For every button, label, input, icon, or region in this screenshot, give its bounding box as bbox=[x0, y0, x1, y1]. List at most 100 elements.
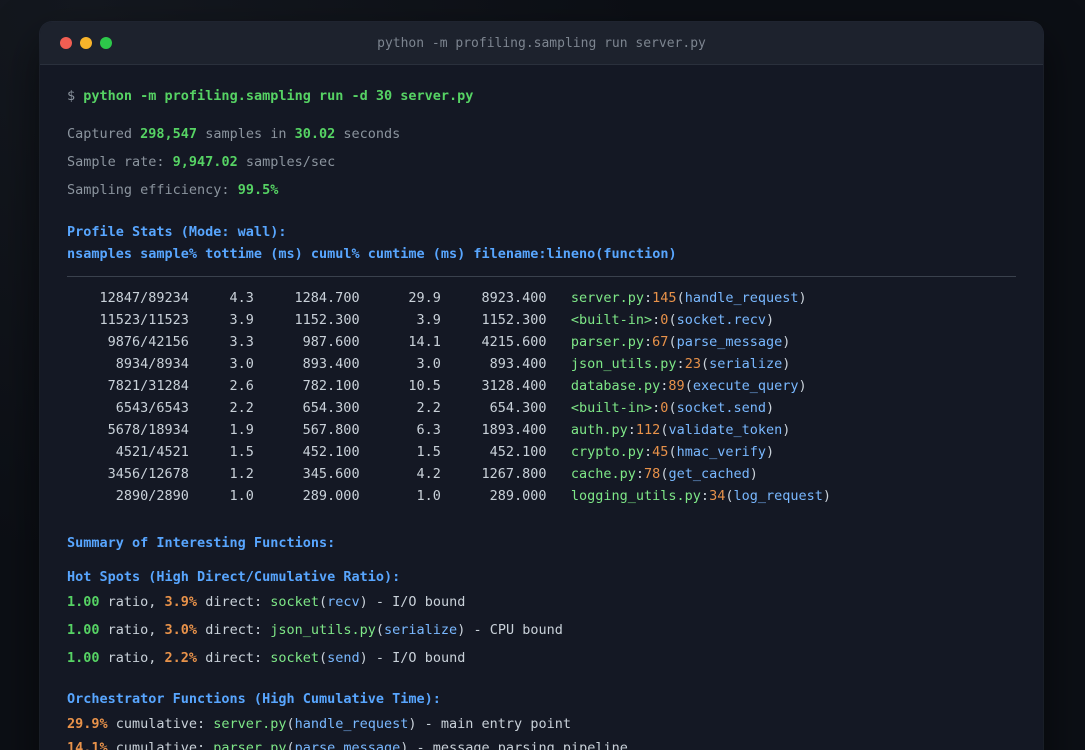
cumul-pct-cell: 6.3 bbox=[416, 422, 441, 438]
tottime-cell: 987.600 bbox=[302, 334, 360, 350]
bound-note: - I/O bound bbox=[375, 650, 466, 666]
open-paren: ( bbox=[725, 488, 734, 504]
cumtime-cell: 1267.800 bbox=[481, 466, 547, 482]
close-paren: ) bbox=[782, 422, 791, 438]
close-window-button[interactable] bbox=[60, 37, 72, 49]
table-row: 4521/4521 1.5 452.100 1.5 452.100 crypto.py:4… bbox=[67, 441, 1016, 463]
lineno-cell: 23 bbox=[684, 356, 701, 372]
orchestrator-line: 29.9% cumulative: server.py(handle_request… bbox=[67, 713, 1016, 735]
open-paren: ( bbox=[286, 716, 295, 732]
lineno-cell: 34 bbox=[709, 488, 726, 504]
cumul-pct-cell: 10.5 bbox=[408, 378, 441, 394]
open-paren: ( bbox=[286, 740, 295, 750]
close-paren: ) bbox=[359, 594, 368, 610]
captured-mid: samples in bbox=[205, 126, 287, 142]
colon: : bbox=[652, 400, 661, 416]
function-name: handle_request bbox=[294, 716, 409, 732]
efficiency-label: Sampling efficiency: bbox=[67, 182, 230, 198]
sample-pct-cell: 1.5 bbox=[229, 444, 254, 460]
cumtime-cell: 289.000 bbox=[489, 488, 547, 504]
command-text: python -m profiling.sampling run -d 30 s… bbox=[83, 88, 474, 104]
target-name: json_utils.py bbox=[270, 622, 376, 638]
colon: : bbox=[635, 466, 645, 482]
filename: server.py bbox=[213, 716, 287, 732]
lineno-cell: 0 bbox=[660, 312, 669, 328]
cumulative-pct: 14.1% bbox=[67, 740, 108, 750]
filename-cell: crypto.py bbox=[570, 444, 645, 460]
lineno-cell: 0 bbox=[660, 400, 669, 416]
colon: : bbox=[660, 378, 669, 394]
filename-cell: logging_utils.py bbox=[570, 488, 701, 504]
close-paren: ) bbox=[749, 466, 758, 482]
function-name: recv bbox=[327, 594, 360, 610]
close-paren: ) bbox=[765, 444, 775, 460]
function-cell: socket.send bbox=[676, 400, 766, 416]
minimize-window-button[interactable] bbox=[80, 37, 92, 49]
tottime-cell: 452.100 bbox=[302, 444, 360, 460]
cumulative-pct: 29.9% bbox=[67, 716, 108, 732]
table-row: 7821/31284 2.6 782.100 10.5 3128.400 database… bbox=[67, 375, 1016, 397]
table-row: 6543/6543 2.2 654.300 2.2 654.300 <built-in>:… bbox=[67, 397, 1016, 419]
tottime-cell: 1284.700 bbox=[294, 290, 360, 306]
terminal-content: $ python -m profiling.sampling run -d 30 … bbox=[40, 65, 1043, 750]
nsamples-cell: 11523/11523 bbox=[99, 312, 189, 328]
open-paren: ( bbox=[668, 334, 677, 350]
close-paren: ) bbox=[408, 716, 417, 732]
close-paren: ) bbox=[457, 622, 466, 638]
direct-pct: 2.2% bbox=[164, 650, 198, 666]
ratio-value: 1.00 bbox=[67, 650, 100, 666]
open-paren: ( bbox=[684, 378, 693, 394]
cumul-pct-cell: 1.0 bbox=[416, 488, 441, 504]
hot-spots-title: Hot Spots (High Direct/Cumulative Ratio)… bbox=[67, 569, 401, 585]
filename: parser.py bbox=[213, 740, 287, 750]
close-paren: ) bbox=[782, 334, 791, 350]
colon: : bbox=[652, 312, 661, 328]
cumul-pct-cell: 3.0 bbox=[416, 356, 441, 372]
open-paren: ( bbox=[668, 312, 677, 328]
direct-pct: 3.9% bbox=[164, 594, 198, 610]
table-row: 2890/2890 1.0 289.000 1.0 289.000 logging_uti… bbox=[67, 485, 1016, 507]
nsamples-cell: 3456/12678 bbox=[107, 466, 189, 482]
rate-value: 9,947.02 bbox=[172, 154, 238, 170]
open-paren: ( bbox=[319, 650, 328, 666]
title-bar: python -m profiling.sampling run server.… bbox=[40, 22, 1043, 65]
direct-label: direct: bbox=[205, 650, 263, 666]
colon: : bbox=[644, 290, 653, 306]
colon: : bbox=[644, 444, 653, 460]
prompt-line: $ python -m profiling.sampling run -d 30 … bbox=[67, 85, 1016, 107]
direct-label: direct: bbox=[205, 622, 263, 638]
orchestrator-note: - main entry point bbox=[424, 716, 571, 732]
cumtime-cell: 654.300 bbox=[489, 400, 547, 416]
ratio-label: ratio, bbox=[107, 594, 157, 610]
maximize-window-button[interactable] bbox=[100, 37, 112, 49]
sample-pct-cell: 2.6 bbox=[229, 378, 254, 394]
open-paren: ( bbox=[700, 356, 710, 372]
cumul-pct-cell: 29.9 bbox=[408, 290, 441, 306]
function-cell: socket.recv bbox=[676, 312, 766, 328]
filename-cell: database.py bbox=[570, 378, 661, 394]
function-cell: log_request bbox=[733, 488, 823, 504]
cumulative-label: cumulative: bbox=[115, 740, 206, 750]
open-paren: ( bbox=[660, 466, 669, 482]
cumtime-cell: 3128.400 bbox=[481, 378, 547, 394]
profile-stats-title: Profile Stats (Mode: wall): bbox=[67, 224, 287, 240]
lineno-cell: 112 bbox=[635, 422, 661, 438]
filename-cell: cache.py bbox=[570, 466, 636, 482]
lineno-cell: 145 bbox=[652, 290, 677, 306]
nsamples-cell: 9876/42156 bbox=[107, 334, 189, 350]
nsamples-cell: 8934/8934 bbox=[115, 356, 189, 372]
tottime-cell: 1152.300 bbox=[294, 312, 360, 328]
cumul-pct-cell: 1.5 bbox=[416, 444, 441, 460]
sample-pct-cell: 1.9 bbox=[229, 422, 254, 438]
cumtime-cell: 4215.600 bbox=[481, 334, 547, 350]
close-paren: ) bbox=[822, 488, 832, 504]
lineno-cell: 89 bbox=[668, 378, 685, 394]
tottime-cell: 654.300 bbox=[302, 400, 360, 416]
sample-pct-cell: 4.3 bbox=[229, 290, 254, 306]
cumtime-cell: 893.400 bbox=[489, 356, 547, 372]
tottime-cell: 289.000 bbox=[302, 488, 360, 504]
hot-spot-line: 1.00 ratio, 2.2% direct: socket(send) - I/O b… bbox=[67, 647, 1016, 669]
close-paren: ) bbox=[359, 650, 368, 666]
nsamples-cell: 7821/31284 bbox=[107, 378, 189, 394]
colon: : bbox=[700, 488, 710, 504]
